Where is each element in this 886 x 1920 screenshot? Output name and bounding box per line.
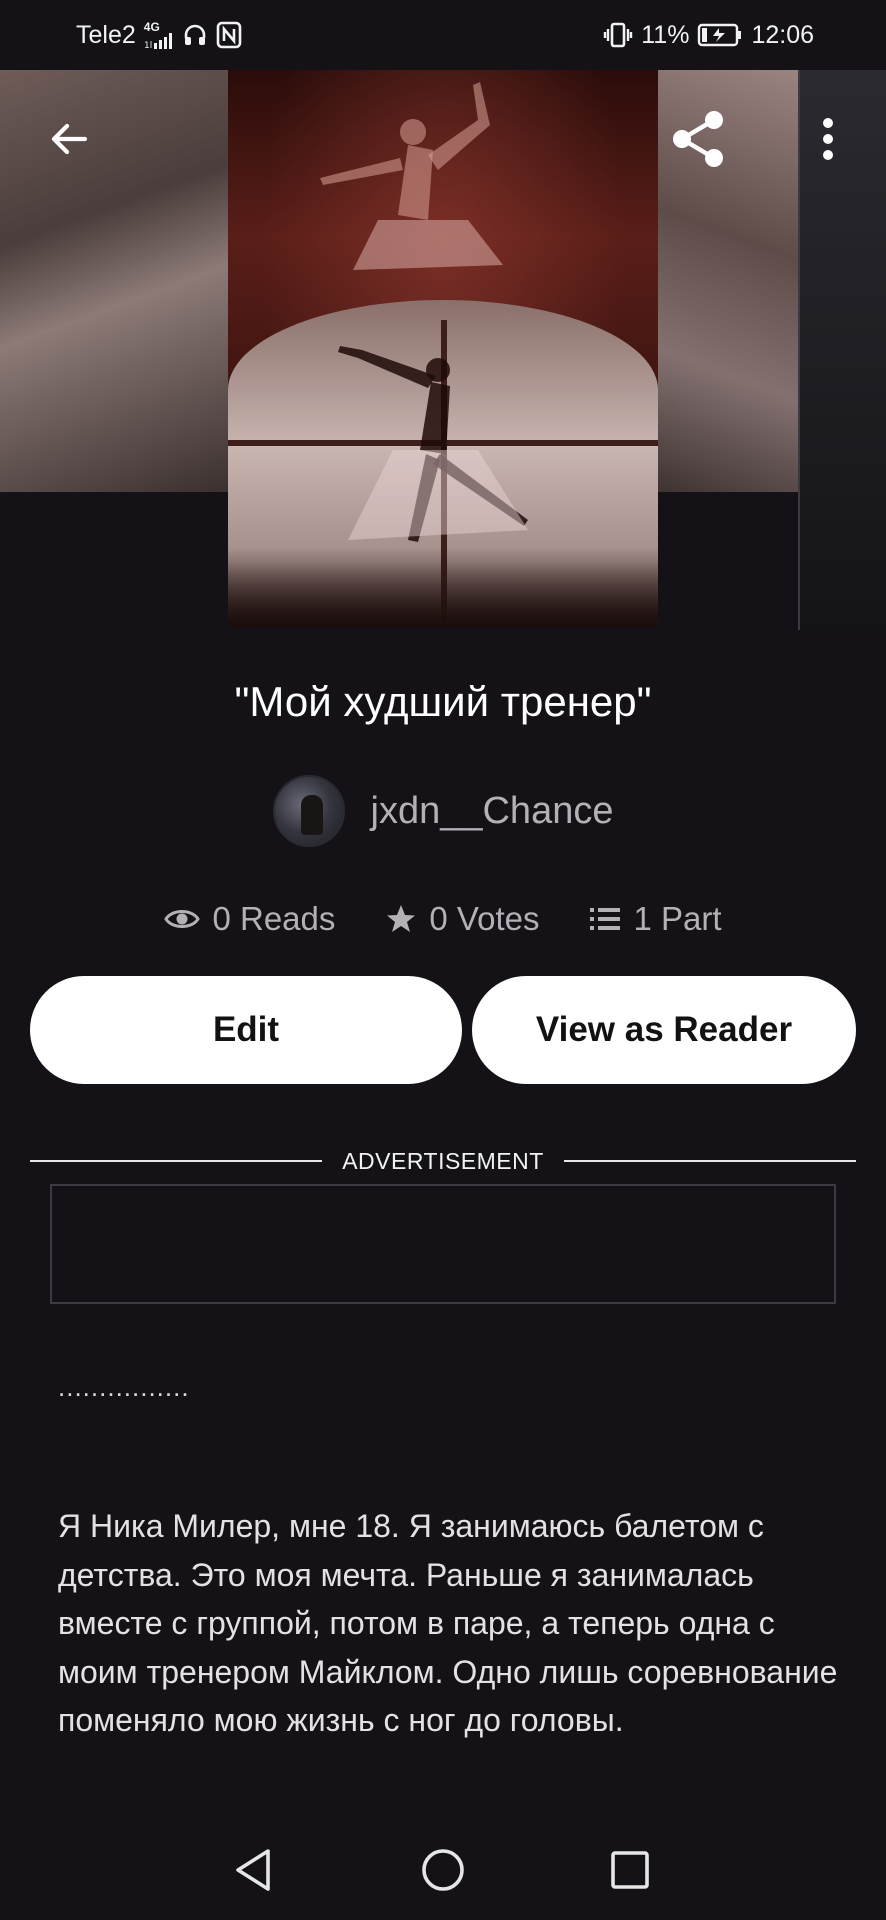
eye-icon <box>164 910 201 928</box>
system-navigation-bar <box>0 1820 886 1920</box>
clock: 12:06 <box>751 20 814 49</box>
view-as-reader-button[interactable]: View as Reader <box>472 976 856 1084</box>
story-cover-carousel <box>0 70 886 630</box>
description-ellipsis: ................ <box>58 1372 190 1402</box>
carrier-name: Tele2 <box>76 20 136 49</box>
status-bar: Tele2 4G 1l 11% 12:06 <box>0 0 886 70</box>
cover-backdrop-left <box>0 70 230 492</box>
headphones-icon <box>182 22 208 48</box>
nav-back-icon <box>236 1849 270 1891</box>
votes-count: 0 Votes <box>429 900 540 937</box>
nav-recents-icon <box>611 1851 649 1889</box>
more-options-button[interactable] <box>806 104 850 174</box>
story-stats: 0 Reads 0 Votes 1 Part <box>0 890 886 948</box>
author-row[interactable]: jxdn__Chance <box>0 774 886 848</box>
battery-percent: 11% <box>641 20 690 49</box>
reads-count: 0 Reads <box>212 900 336 937</box>
cover-fade <box>228 548 658 628</box>
story-description: Я Ника Милер, мне 18. Я занимаюсь балето… <box>58 1508 838 1738</box>
svg-text:1l: 1l <box>144 41 152 49</box>
divider <box>30 1160 323 1162</box>
nav-recents-button[interactable] <box>600 1840 660 1900</box>
avatar[interactable] <box>272 775 345 847</box>
advertisement-header: ADVERTISEMENT <box>30 1146 857 1176</box>
share-icon <box>673 111 723 167</box>
advertisement-slot[interactable] <box>50 1184 836 1304</box>
stat-parts: 1 Part <box>589 900 722 938</box>
status-bar-left: Tele2 4G 1l <box>76 21 242 50</box>
stat-reads: 0 Reads <box>164 900 335 938</box>
share-button[interactable] <box>664 104 734 174</box>
status-bar-right: 11% 12:06 <box>603 21 814 50</box>
story-cover-image[interactable] <box>228 70 658 628</box>
star-icon <box>387 905 416 932</box>
nfc-icon <box>216 21 242 49</box>
nav-home-button[interactable] <box>413 1840 473 1900</box>
cover-dancer-figure <box>320 82 528 542</box>
stat-votes: 0 Votes <box>385 900 539 938</box>
divider <box>563 1160 857 1162</box>
parts-count: 1 Part <box>633 900 722 937</box>
advertisement-label: ADVERTISEMENT <box>342 1147 544 1174</box>
author-name[interactable]: jxdn__Chance <box>371 790 614 833</box>
nav-back-button[interactable] <box>224 1840 284 1900</box>
list-icon <box>590 908 621 930</box>
back-button[interactable] <box>38 108 100 170</box>
arrow-left-icon <box>51 123 88 155</box>
edit-button[interactable]: Edit <box>30 976 462 1084</box>
network-type: 4G <box>143 20 160 34</box>
story-title: "Мой худший тренер" <box>234 678 652 725</box>
vibrate-icon <box>603 21 633 49</box>
signal-icon: 4G 1l <box>144 21 174 49</box>
battery-charging-icon <box>697 23 743 47</box>
nav-home-icon <box>422 1849 464 1891</box>
more-vertical-icon <box>823 118 833 160</box>
